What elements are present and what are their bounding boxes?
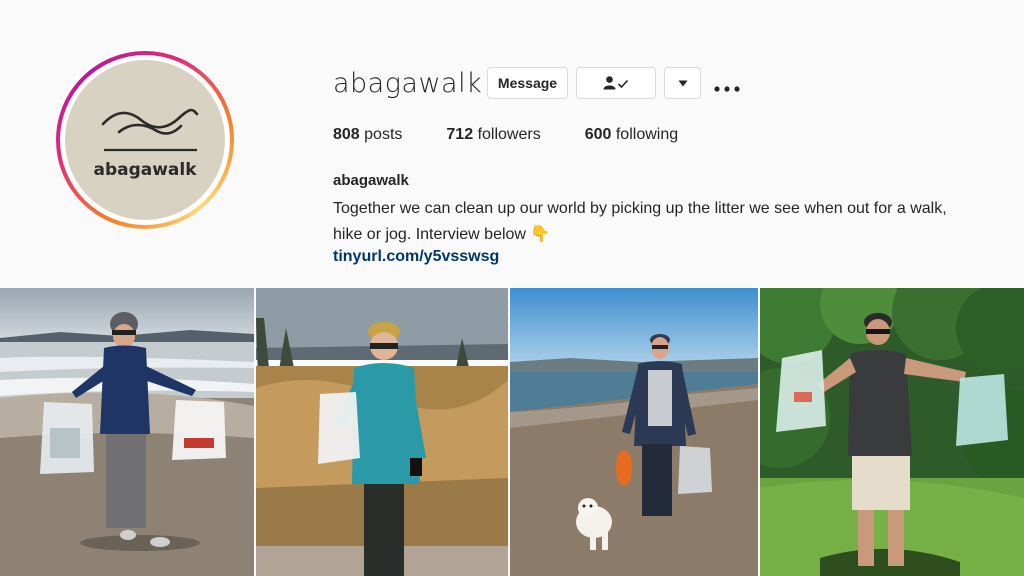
followers-stat[interactable]: 712 followers — [446, 126, 540, 144]
following-stat[interactable]: 600 following — [585, 126, 678, 144]
post-image — [510, 288, 758, 576]
followers-count: 712 — [446, 126, 474, 143]
bio-text: Together we can clean up our world by pi… — [333, 200, 947, 243]
followers-label: followers — [477, 126, 541, 143]
bio-link[interactable]: tinyurl.com/y5vsswsg — [333, 248, 499, 266]
profile-username: abagawalk — [333, 68, 483, 99]
profile-stats: 808 posts 712 followers 600 following — [333, 126, 722, 144]
posts-grid — [0, 288, 1024, 576]
avatar-logo: abagawalk — [65, 60, 225, 220]
posts-count: 808 — [333, 126, 360, 143]
user-check-icon — [603, 76, 629, 90]
bio-name: abagawalk — [333, 172, 409, 189]
profile-header: abagawalk abagawalk Message 808 posts 71… — [0, 0, 1024, 288]
post-thumbnail[interactable] — [0, 288, 254, 576]
following-button[interactable] — [576, 67, 656, 99]
more-icon — [714, 86, 740, 92]
profile-avatar[interactable]: abagawalk — [56, 51, 234, 229]
post-image — [0, 288, 254, 576]
posts-label: posts — [364, 126, 403, 143]
chevron-down-icon — [678, 80, 687, 86]
post-image — [760, 288, 1024, 576]
wave-icon — [101, 108, 199, 152]
post-thumbnail[interactable] — [510, 288, 758, 576]
following-label: following — [615, 126, 679, 143]
following-count: 600 — [584, 126, 612, 143]
posts-stat: 808 posts — [333, 126, 402, 144]
post-image — [256, 288, 508, 576]
message-button[interactable]: Message — [487, 67, 568, 99]
suggested-dropdown-button[interactable] — [664, 67, 701, 99]
post-thumbnail[interactable] — [760, 288, 1024, 576]
post-thumbnail[interactable] — [256, 288, 508, 576]
avatar-text: abagawalk — [93, 160, 197, 180]
more-options-button[interactable] — [714, 76, 740, 97]
